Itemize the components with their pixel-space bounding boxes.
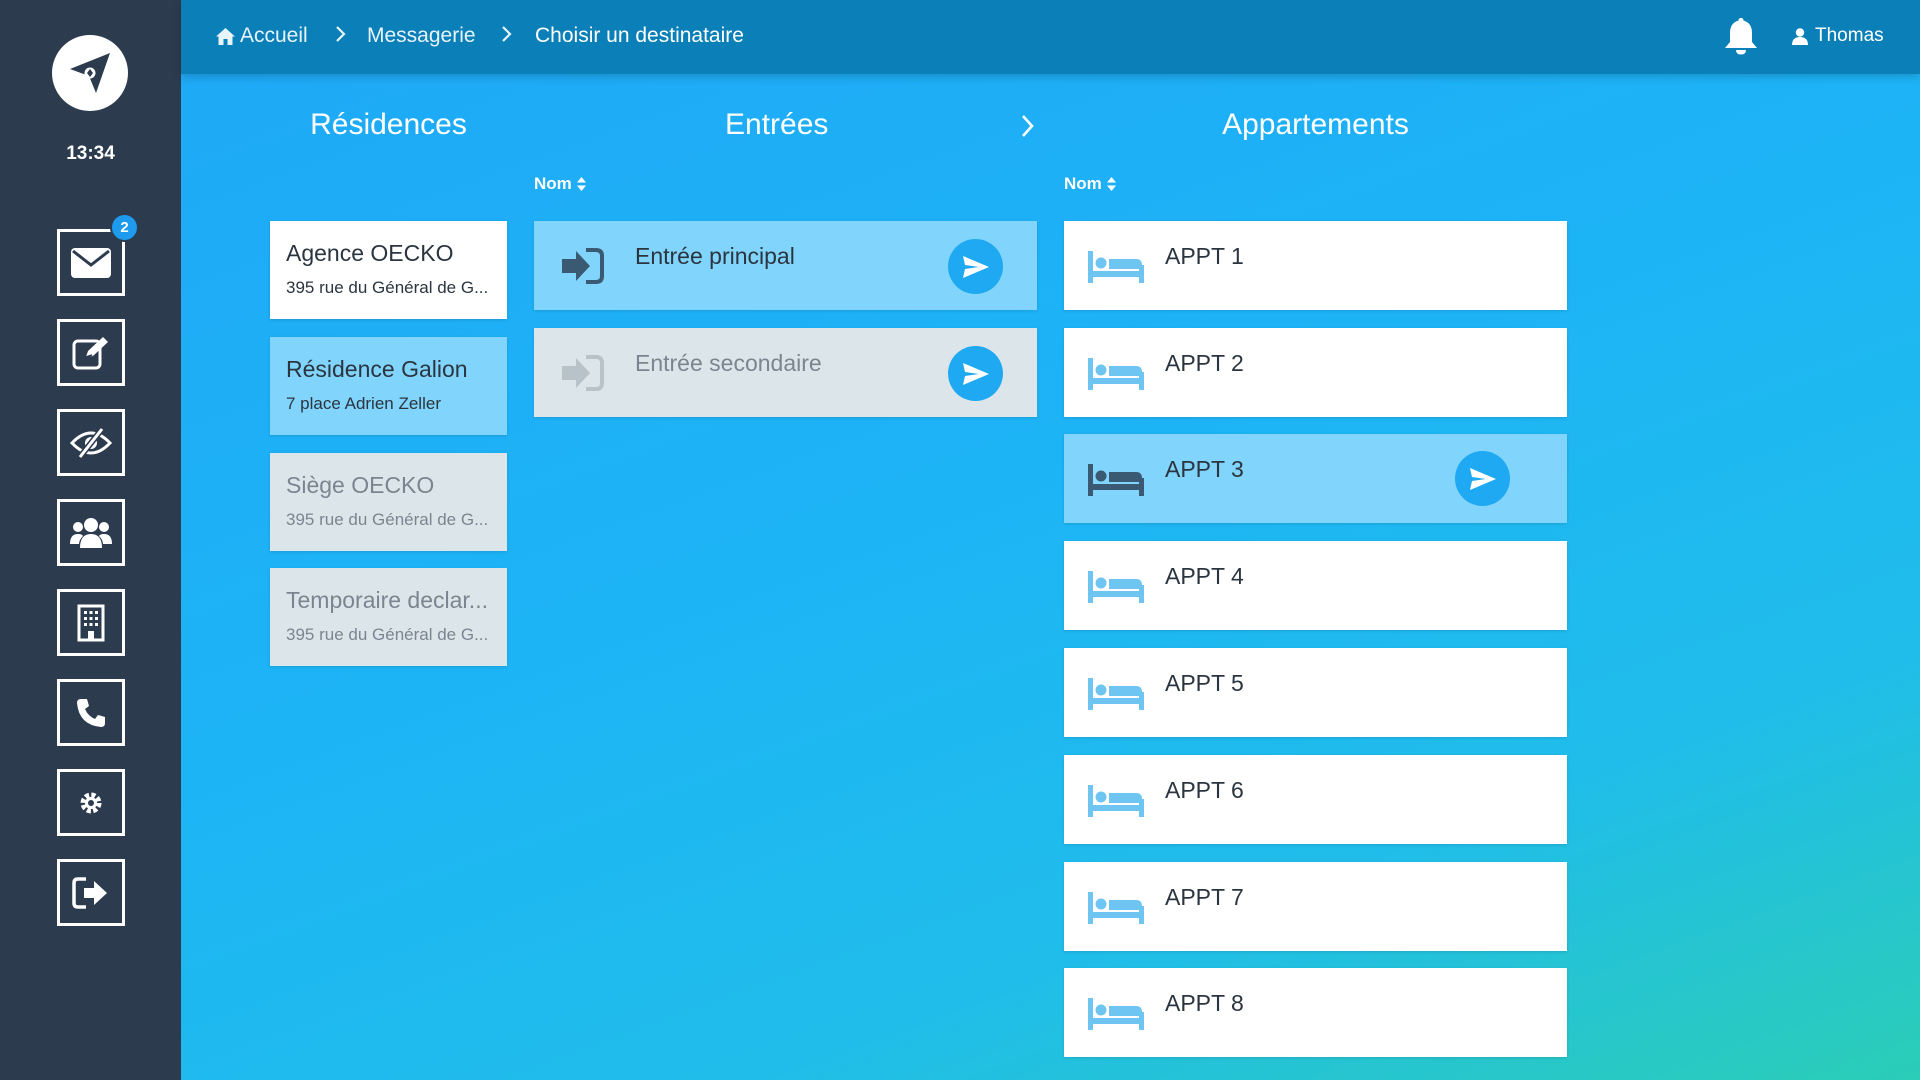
chevron-right-icon	[1022, 115, 1034, 137]
app-logo[interactable]	[52, 35, 128, 111]
logout-icon	[72, 876, 107, 909]
breadcrumb-messagerie-label: Messagerie	[367, 24, 476, 47]
chevron-right-icon	[336, 26, 346, 42]
residence-card-disabled[interactable]: Temporaire declar... 395 rue du Général …	[270, 568, 507, 666]
bed-icon	[1088, 251, 1144, 283]
entree-card-disabled[interactable]: Entrée secondaire	[534, 328, 1037, 417]
sort-icon	[576, 177, 586, 191]
user-name: Thomas	[1815, 25, 1884, 46]
edit-icon	[72, 336, 108, 369]
paper-plane-icon	[962, 255, 989, 278]
paper-plane-icon	[962, 362, 989, 385]
users-icon	[70, 517, 112, 548]
clock: 13:34	[66, 143, 115, 164]
appartement-card[interactable]: APPT 8	[1064, 968, 1567, 1057]
appartement-label: APPT 2	[1165, 350, 1244, 376]
appartement-label: APPT 1	[1165, 243, 1244, 269]
breadcrumb-messagerie[interactable]: Messagerie	[367, 24, 476, 48]
entree-label: Entrée principal	[635, 243, 795, 269]
appartement-label: APPT 4	[1165, 563, 1244, 589]
appartement-card[interactable]: APPT 7	[1064, 862, 1567, 951]
paper-plane-icon	[1469, 467, 1496, 490]
bed-icon	[1088, 678, 1144, 710]
send-button[interactable]	[1455, 451, 1510, 506]
send-button[interactable]	[948, 346, 1003, 401]
bed-icon	[1088, 998, 1144, 1030]
buildings-button[interactable]	[57, 589, 125, 656]
settings-button[interactable]	[57, 769, 125, 836]
appartements-sort-label: Nom	[1064, 174, 1102, 193]
settings-icon	[80, 792, 102, 813]
appartements-sort[interactable]: Nom	[1064, 174, 1117, 194]
appartement-card[interactable]: APPT 1	[1064, 221, 1567, 310]
appartement-label: APPT 6	[1165, 777, 1244, 803]
send-button[interactable]	[948, 239, 1003, 294]
user-menu[interactable]: Thomas	[1792, 25, 1884, 47]
residences-title: Résidences	[310, 108, 467, 141]
unread-badge: 2	[110, 213, 139, 242]
residence-address: 395 rue du Général de G...	[286, 625, 489, 644]
bed-icon	[1088, 571, 1144, 603]
residence-name: Résidence Galion	[286, 356, 468, 382]
appartement-label: APPT 3	[1165, 456, 1244, 482]
compose-button[interactable]	[57, 319, 125, 386]
user-icon	[1792, 27, 1808, 45]
appartement-card[interactable]: APPT 2	[1064, 328, 1567, 417]
breadcrumb-current: Choisir un destinataire	[535, 24, 744, 48]
sign-in-icon	[562, 355, 604, 391]
home-icon	[216, 27, 235, 45]
eye-slash-icon	[70, 426, 112, 459]
appartements-title: Appartements	[1222, 108, 1409, 141]
appartement-card[interactable]: APPT 4	[1064, 541, 1567, 630]
envelope-icon	[71, 247, 111, 278]
residence-address: 7 place Adrien Zeller	[286, 394, 441, 413]
main-content: Accueil Messagerie Choisir un destinatai…	[181, 0, 1920, 1080]
entree-card-selected[interactable]: Entrée principal	[534, 221, 1037, 310]
entrees-title: Entrées	[725, 108, 829, 141]
bed-icon	[1088, 785, 1144, 817]
residence-card-selected[interactable]: Résidence Galion 7 place Adrien Zeller	[270, 337, 507, 435]
visibility-button[interactable]	[57, 409, 125, 476]
appartement-label: APPT 7	[1165, 884, 1244, 910]
appartement-card[interactable]: APPT 6	[1064, 755, 1567, 844]
phone-button[interactable]	[57, 679, 125, 746]
entrees-sort[interactable]: Nom	[534, 174, 587, 194]
residence-name: Temporaire declar...	[286, 587, 488, 613]
residence-address: 395 rue du Général de G...	[286, 510, 489, 529]
sidebar: 13:34 2	[0, 0, 181, 1080]
appartement-card[interactable]: APPT 5	[1064, 648, 1567, 737]
residence-address: 395 rue du Général de G...	[286, 278, 489, 297]
bed-icon	[1088, 464, 1144, 496]
sort-icon	[1106, 177, 1116, 191]
logout-button[interactable]	[57, 859, 125, 926]
residence-card-disabled[interactable]: Siège OECKO 395 rue du Général de G...	[270, 453, 507, 551]
contacts-button[interactable]	[57, 499, 125, 566]
building-icon	[77, 604, 105, 641]
entree-label: Entrée secondaire	[635, 350, 822, 376]
breadcrumb-current-label: Choisir un destinataire	[535, 24, 744, 47]
residence-name: Siège OECKO	[286, 472, 435, 498]
notifications-button[interactable]	[1724, 17, 1758, 60]
bell-icon	[1725, 18, 1757, 55]
sign-in-icon	[562, 248, 604, 284]
bed-icon	[1088, 892, 1144, 924]
paper-plane-logo-icon	[70, 53, 110, 93]
top-bar: Accueil Messagerie Choisir un destinatai…	[181, 0, 1920, 74]
bed-icon	[1088, 358, 1144, 390]
appartement-card-selected[interactable]: APPT 3	[1064, 434, 1567, 523]
breadcrumb-home[interactable]: Accueil	[216, 24, 308, 48]
residence-name: Agence OECKO	[286, 240, 454, 266]
residence-card[interactable]: Agence OECKO 395 rue du Général de G...	[270, 221, 507, 319]
breadcrumb-home-label: Accueil	[240, 24, 308, 47]
phone-icon	[77, 698, 105, 727]
appartement-label: APPT 5	[1165, 670, 1244, 696]
entrees-sort-label: Nom	[534, 174, 572, 193]
appartement-label: APPT 8	[1165, 990, 1244, 1016]
chevron-right-icon	[502, 26, 512, 42]
